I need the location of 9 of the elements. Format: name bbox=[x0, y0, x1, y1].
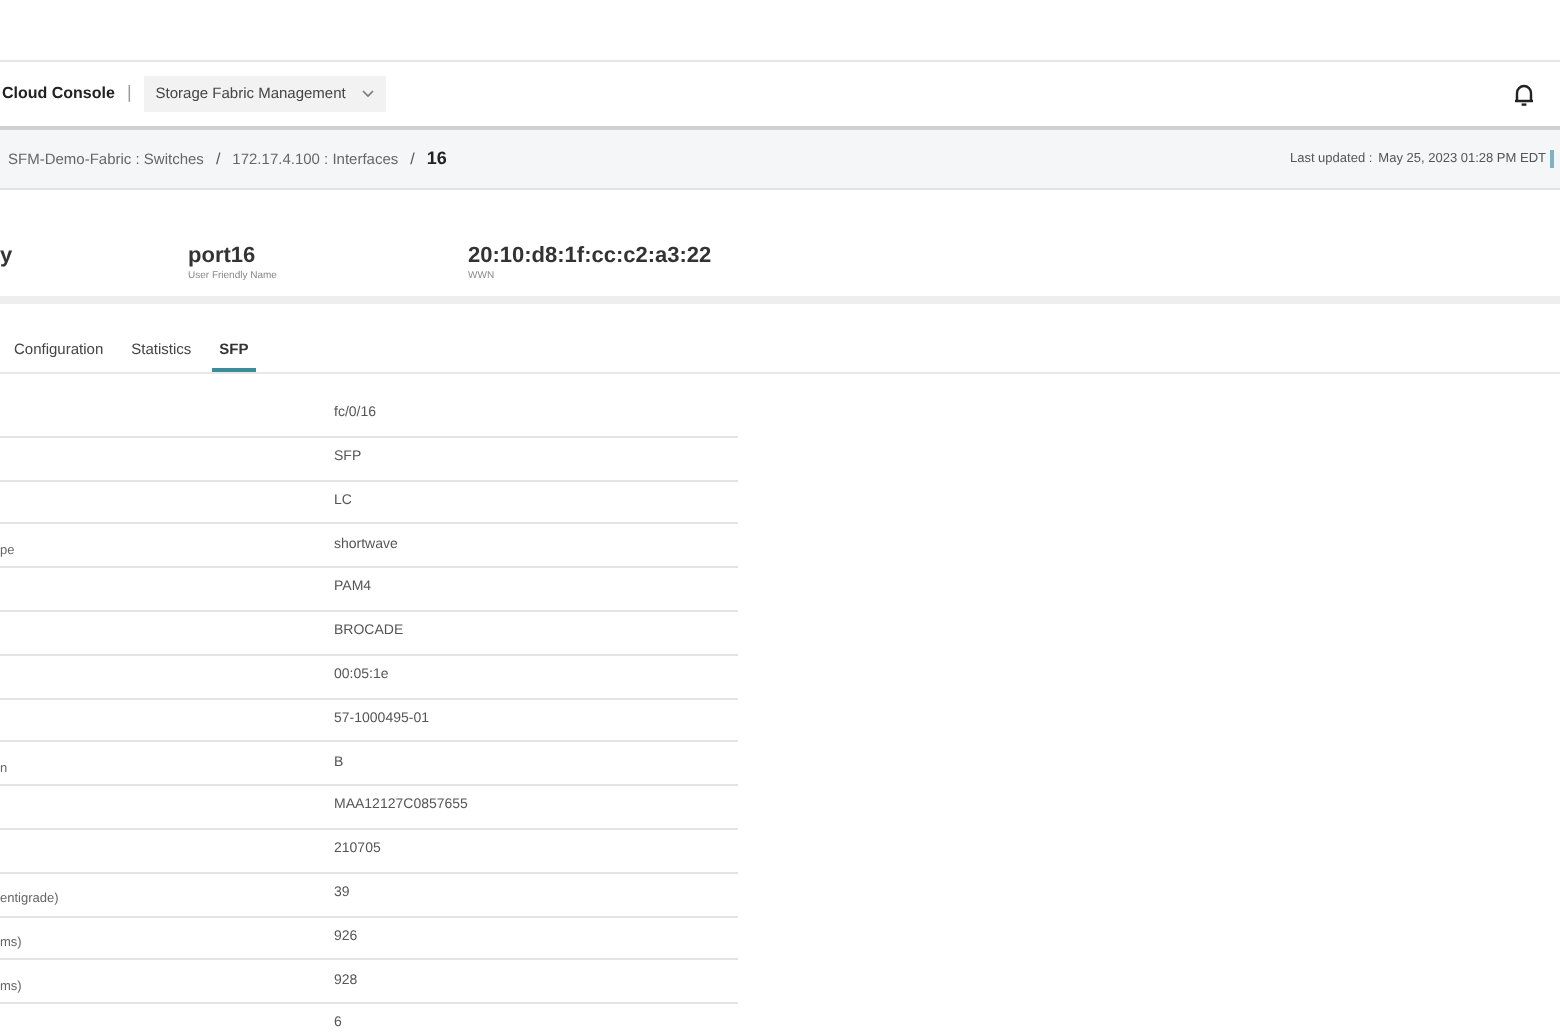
brand-name: Cloud Console bbox=[2, 82, 115, 106]
summary-value: 20:10:d8:1f:cc:c2:a3:22 bbox=[468, 244, 714, 270]
bell-icon[interactable] bbox=[1512, 81, 1536, 107]
chevron-down-icon bbox=[361, 90, 374, 98]
breadcrumb-separator: / bbox=[215, 147, 221, 171]
header-divider: | bbox=[126, 80, 132, 107]
summary-value: port16 bbox=[188, 244, 258, 270]
summary-value: y bbox=[0, 244, 15, 270]
breadcrumb-separator: / bbox=[410, 147, 415, 171]
